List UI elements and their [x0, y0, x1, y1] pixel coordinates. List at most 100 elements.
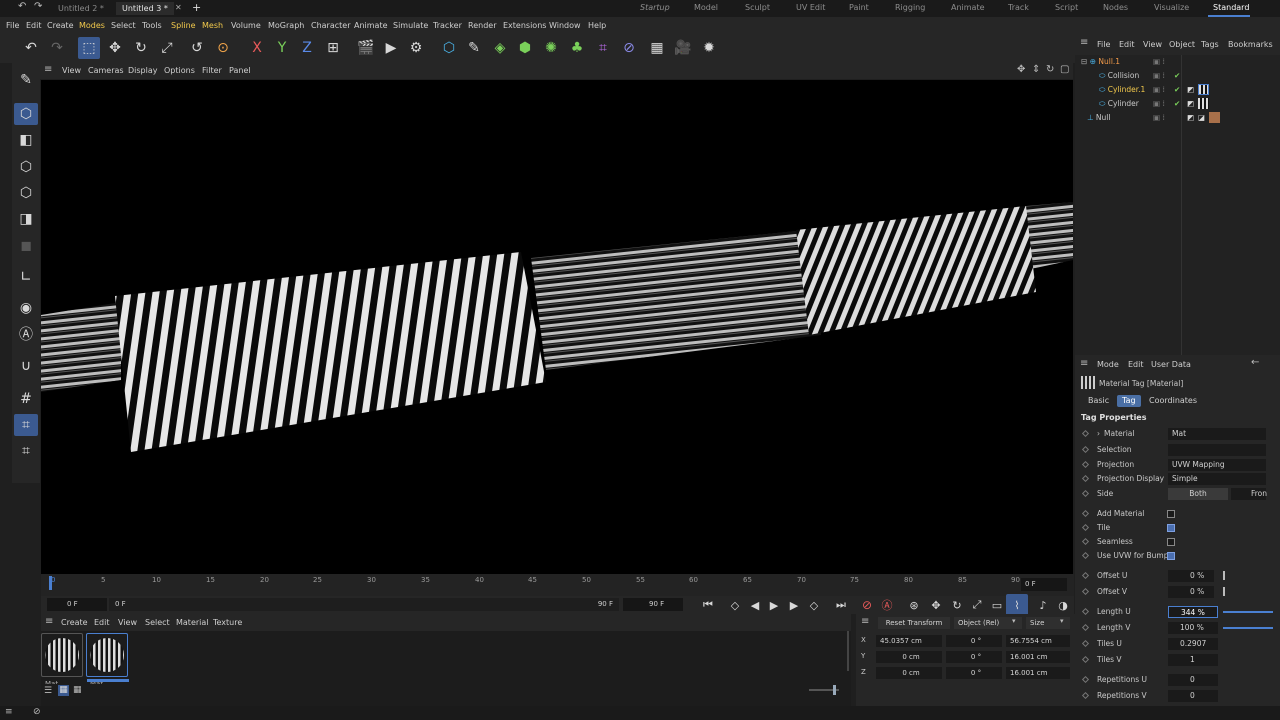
- move-icon[interactable]: ✥: [104, 37, 126, 59]
- offset-v-slider-handle[interactable]: [1223, 587, 1225, 596]
- render-view-icon[interactable]: 🎬: [355, 37, 377, 59]
- floor-grid-icon[interactable]: ▦: [646, 37, 668, 59]
- repetitions-v-field[interactable]: 0: [1168, 690, 1218, 702]
- keyframe-selection-icon[interactable]: ⊛: [903, 594, 925, 616]
- layout-tab-track[interactable]: Track: [1008, 3, 1029, 12]
- material-tag-icon[interactable]: [1198, 84, 1209, 95]
- animate-icon[interactable]: [1081, 655, 1090, 664]
- points-mode-icon[interactable]: ⬡: [14, 156, 38, 178]
- viewport-menu-cameras[interactable]: Cameras: [88, 66, 124, 75]
- end-frame-field[interactable]: 90 F: [623, 598, 683, 611]
- field-icon[interactable]: ⊘: [618, 37, 640, 59]
- rotate-icon[interactable]: ↻: [130, 37, 152, 59]
- projection-dropdown[interactable]: UVW Mapping: [1168, 459, 1266, 471]
- phong-tag-icon[interactable]: ◩: [1187, 111, 1194, 124]
- snap-icon[interactable]: ⊙: [212, 37, 234, 59]
- animate-icon[interactable]: [1081, 523, 1090, 532]
- key-position-icon[interactable]: ✥: [925, 594, 947, 616]
- menu-render[interactable]: Render: [468, 21, 496, 30]
- material-panel-menu-icon[interactable]: ≡: [45, 616, 53, 627]
- menu-window[interactable]: Window: [549, 21, 581, 30]
- layout-tab-script[interactable]: Script: [1055, 3, 1078, 12]
- enabled-check-icon[interactable]: ✔: [1174, 97, 1180, 110]
- close-tab-icon[interactable]: ✕: [175, 3, 182, 12]
- animate-icon[interactable]: [1081, 623, 1090, 632]
- material-tag-icon[interactable]: [1198, 98, 1209, 109]
- animate-icon[interactable]: [1081, 474, 1090, 483]
- magnet-icon[interactable]: ∪: [14, 355, 38, 377]
- locked-workplane-icon[interactable]: ⌗: [14, 440, 38, 462]
- material-tag-icon[interactable]: [1209, 112, 1220, 123]
- key-pla-icon[interactable]: ⌇: [1006, 594, 1028, 616]
- attribute-panel-menu-icon[interactable]: ≡: [1080, 358, 1088, 369]
- object-row-cylinder-1[interactable]: ⬭ Cylinder.1 ▣ ⁞ ✔ ◩: [1099, 83, 1276, 96]
- enabled-check-icon[interactable]: ✔: [1174, 83, 1180, 96]
- 3d-viewport[interactable]: [41, 80, 1073, 574]
- menu-select[interactable]: Select: [111, 21, 136, 30]
- tab-basic[interactable]: Basic: [1083, 395, 1114, 407]
- panel-divider[interactable]: [847, 631, 849, 671]
- viewport-menu-view[interactable]: View: [62, 66, 81, 75]
- size-x-field[interactable]: 56.7554 cm: [1006, 635, 1070, 647]
- animate-icon[interactable]: [1081, 587, 1090, 596]
- mograph-icon[interactable]: ♣: [566, 37, 588, 59]
- menu-mograph[interactable]: MoGraph: [268, 21, 304, 30]
- undo-icon[interactable]: ↶: [20, 37, 42, 59]
- z-axis-icon[interactable]: Z: [296, 37, 318, 59]
- status-menu-icon[interactable]: ≡: [5, 707, 13, 717]
- menu-file[interactable]: File: [6, 21, 19, 30]
- current-frame-field[interactable]: 0 F: [1021, 578, 1067, 591]
- status-check-icon[interactable]: ⊘: [33, 707, 41, 717]
- attribute-menu-user-data[interactable]: User Data: [1151, 360, 1191, 369]
- polygons-mode-icon[interactable]: ◨: [14, 208, 38, 230]
- add-material-checkbox[interactable]: [1167, 510, 1175, 518]
- cube-icon[interactable]: ⬡: [438, 37, 460, 59]
- live-selection-icon[interactable]: ⬚: [78, 37, 100, 59]
- camera-icon[interactable]: 🎥: [672, 37, 694, 59]
- object-row-cylinder[interactable]: ⬭ Cylinder ▣ ⁞ ✔ ◩: [1099, 97, 1276, 110]
- animate-icon[interactable]: [1081, 489, 1090, 498]
- texture-mode-icon[interactable]: ◧: [14, 129, 38, 151]
- grid-view-icon[interactable]: ▦: [58, 685, 69, 696]
- length-v-slider[interactable]: [1223, 627, 1273, 629]
- offset-u-slider-handle[interactable]: [1223, 571, 1225, 580]
- object-menu-file[interactable]: File: [1097, 40, 1110, 49]
- material-swatch[interactable]: [41, 633, 83, 677]
- sound-icon[interactable]: ♪: [1032, 594, 1054, 616]
- rotation-p-field[interactable]: 0 °: [946, 651, 1002, 663]
- object-row-collision[interactable]: ⬭ Collision ▣ ⁞ ✔: [1099, 69, 1276, 82]
- material-menu-edit[interactable]: Edit: [94, 618, 110, 627]
- side-both-button[interactable]: Both: [1168, 488, 1228, 500]
- material-menu-select[interactable]: Select: [145, 618, 170, 627]
- visibility-dots-icon[interactable]: ▣ ⁞: [1153, 111, 1165, 124]
- swatch-size-slider-handle[interactable]: [833, 685, 836, 695]
- attribute-menu-mode[interactable]: Mode: [1097, 360, 1119, 369]
- viewport-menu-panel[interactable]: Panel: [229, 66, 251, 75]
- viewport-menu-options[interactable]: Options: [164, 66, 195, 75]
- animate-icon[interactable]: [1081, 571, 1090, 580]
- cloner-icon[interactable]: ✺: [540, 37, 562, 59]
- extrude-icon[interactable]: ⬢: [514, 37, 536, 59]
- tile-checkbox[interactable]: [1167, 524, 1175, 532]
- seamless-checkbox[interactable]: [1167, 538, 1175, 546]
- menu-extensions[interactable]: Extensions: [503, 21, 546, 30]
- make-editable-icon[interactable]: ✎: [14, 69, 38, 91]
- object-menu-bookmarks[interactable]: Bookmarks: [1228, 40, 1273, 49]
- viewport-menu-filter[interactable]: Filter: [202, 66, 222, 75]
- reset-transform-button[interactable]: Reset Transform: [878, 617, 950, 629]
- auto-keying-icon[interactable]: Ⓐ: [876, 594, 898, 616]
- object-menu-object[interactable]: Object: [1169, 40, 1195, 49]
- visibility-dots-icon[interactable]: ▣ ⁞: [1153, 55, 1165, 68]
- deformer-icon[interactable]: ⌗: [592, 37, 614, 59]
- viewport-panel-menu-icon[interactable]: ≡: [44, 64, 52, 75]
- layout-tab-animate[interactable]: Animate: [951, 3, 985, 12]
- key-rotation-icon[interactable]: ↻: [946, 594, 968, 616]
- menu-create[interactable]: Create: [47, 21, 74, 30]
- model-mode-icon[interactable]: ⬡: [14, 103, 38, 125]
- layout-tab-model[interactable]: Model: [694, 3, 718, 12]
- record-icon[interactable]: ⊘: [856, 594, 878, 616]
- edges-mode-icon[interactable]: ⬡: [14, 182, 38, 204]
- menu-mesh[interactable]: Mesh: [202, 21, 223, 30]
- animate-icon[interactable]: [1081, 509, 1090, 518]
- attribute-menu-edit[interactable]: Edit: [1128, 360, 1144, 369]
